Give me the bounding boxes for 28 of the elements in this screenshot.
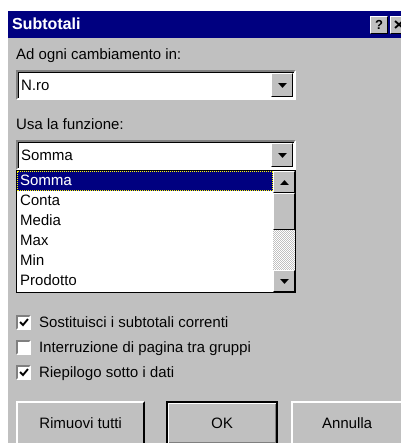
close-icon	[394, 20, 401, 29]
group-by-dropdown[interactable]: N.ro	[16, 70, 296, 100]
checkbox[interactable]	[16, 340, 31, 355]
window-title: Subtotali	[12, 16, 80, 34]
list-item[interactable]: Conta	[17, 191, 273, 211]
checkbox[interactable]	[16, 365, 31, 380]
field-label: Ad ogni cambiamento in:	[16, 46, 182, 65]
list-item[interactable]: Prodotto	[17, 271, 273, 291]
down-arrow-icon	[280, 278, 288, 284]
ok-button[interactable]: OK	[166, 401, 278, 443]
up-arrow-icon	[280, 180, 288, 184]
checkbox-label[interactable]: Interruzione di pagina tra gruppi	[39, 339, 251, 356]
list-item[interactable]: Max	[17, 231, 273, 251]
scroll-down-button[interactable]	[273, 270, 295, 292]
list-item[interactable]: Min	[17, 251, 273, 271]
cancel-button[interactable]: Annulla	[291, 401, 401, 443]
checkbox-label[interactable]: Riepilogo sotto i dati	[39, 364, 174, 381]
checkbox-label[interactable]: Sostituisci i subtotali correnti	[39, 314, 228, 331]
function-dropdown[interactable]: Somma	[16, 140, 296, 170]
field-label: Usa la funzione:	[16, 116, 124, 135]
scroll-thumb[interactable]	[273, 193, 295, 230]
list-item[interactable]: Media	[17, 211, 273, 231]
help-button[interactable]: ?	[370, 16, 388, 34]
checkbox[interactable]	[16, 315, 31, 330]
scrollbar[interactable]	[273, 171, 295, 292]
remove-all-button[interactable]: Rimuovi tutti	[16, 401, 145, 443]
scroll-up-button[interactable]	[273, 171, 295, 193]
list-item[interactable]: Somma	[17, 171, 273, 191]
